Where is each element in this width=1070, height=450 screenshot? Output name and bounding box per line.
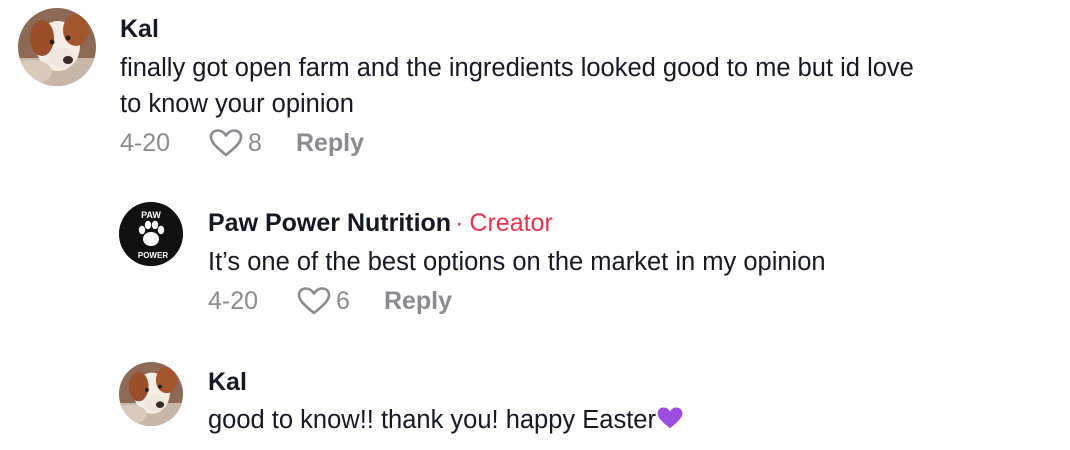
comment-date: 4-20 bbox=[208, 286, 259, 315]
logo-text-top: PAW bbox=[141, 210, 161, 220]
creator-username-row: Paw Power Nutrition · Creator bbox=[208, 208, 553, 238]
comment-meta: 4-20 8 Reply bbox=[120, 128, 364, 158]
reply-item: PAW POWER Paw Power Nutrition · Creator It… bbox=[0, 170, 1070, 330]
like-count: 6 bbox=[336, 286, 350, 315]
logo-text-bottom: POWER bbox=[138, 251, 168, 260]
comment-thread: Kal finally got open farm and the ingred… bbox=[0, 0, 1070, 450]
comment-text-row: good to know!! thank you! happy Easter bbox=[208, 402, 1058, 441]
heart-outline-icon bbox=[297, 287, 331, 315]
user-avatar[interactable] bbox=[119, 362, 183, 426]
comment-text-line: to know your opinion bbox=[120, 90, 354, 118]
comment-meta: 4-20 6 Reply bbox=[208, 286, 452, 316]
creator-avatar[interactable]: PAW POWER bbox=[119, 202, 183, 266]
reply-item: Kal good to know!! thank you! happy East… bbox=[0, 330, 1070, 450]
dog-avatar-icon bbox=[18, 8, 96, 86]
dog-avatar-icon bbox=[119, 362, 183, 426]
user-avatar[interactable] bbox=[18, 8, 96, 86]
comment-text: finally got open farm and the ingredient… bbox=[120, 50, 1060, 122]
comment-text-line: finally got open farm and the ingredient… bbox=[120, 54, 914, 82]
reply-button[interactable]: Reply bbox=[384, 287, 452, 316]
like-count: 8 bbox=[248, 128, 262, 157]
reply-button[interactable]: Reply bbox=[296, 129, 364, 158]
purple-heart-icon bbox=[656, 405, 684, 441]
comment-date: 4-20 bbox=[120, 128, 171, 157]
comment-text: It’s one of the best options on the mark… bbox=[208, 248, 826, 276]
paw-power-logo-icon: PAW POWER bbox=[119, 202, 183, 266]
creator-badge: Creator bbox=[469, 209, 553, 237]
comment-username[interactable]: Paw Power Nutrition bbox=[208, 209, 451, 237]
heart-outline-icon bbox=[209, 129, 243, 157]
comment-text: good to know!! thank you! happy Easter bbox=[208, 406, 656, 434]
separator-dot: · bbox=[455, 209, 464, 237]
comment-username[interactable]: Kal bbox=[208, 367, 247, 397]
like-button[interactable]: 6 bbox=[296, 286, 350, 316]
comment-item: Kal finally got open farm and the ingred… bbox=[0, 0, 1070, 170]
comment-username[interactable]: Kal bbox=[120, 14, 159, 44]
like-button[interactable]: 8 bbox=[208, 128, 262, 158]
